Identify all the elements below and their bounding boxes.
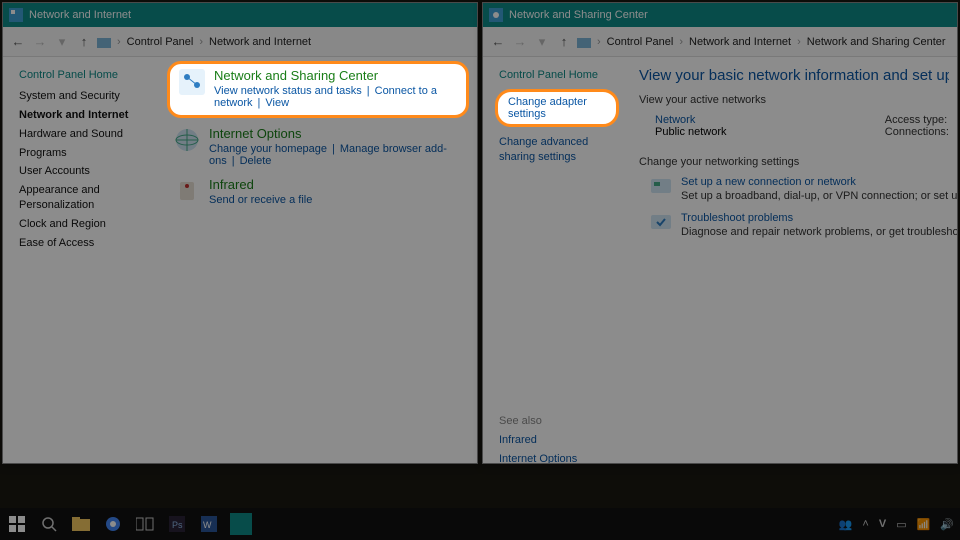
recent-dropdown[interactable]: ▾ bbox=[533, 33, 551, 51]
crumb-sep: › bbox=[197, 36, 205, 48]
crumb-control-panel[interactable]: Control Panel bbox=[607, 36, 674, 48]
network-sharing-icon bbox=[178, 68, 206, 96]
crumb-sharing-center[interactable]: Network and Sharing Center bbox=[807, 36, 946, 48]
sidebar-item-programs[interactable]: Programs bbox=[19, 146, 153, 161]
internet-options-icon bbox=[173, 126, 201, 154]
group-title[interactable]: Internet Options bbox=[209, 126, 469, 141]
people-icon[interactable]: 👥 bbox=[839, 518, 853, 531]
troubleshoot-icon bbox=[651, 212, 671, 232]
explorer-icon[interactable] bbox=[70, 513, 92, 535]
network-center-icon bbox=[489, 8, 503, 22]
svg-text:W: W bbox=[203, 520, 212, 530]
page-heading: View your basic network information and … bbox=[639, 67, 949, 84]
window-title: Network and Internet bbox=[29, 9, 131, 21]
crumb-network-internet[interactable]: Network and Internet bbox=[689, 36, 791, 48]
sidebar-item-clock-region[interactable]: Clock and Region bbox=[19, 217, 153, 232]
folder-icon bbox=[97, 35, 111, 49]
taskbar: Ps W 👥 ˄ V ▭ 📶 🔊 bbox=[0, 508, 960, 540]
window-title: Network and Sharing Center bbox=[509, 9, 648, 21]
change-settings-head: Change your networking settings bbox=[639, 156, 949, 168]
setup-connection-icon bbox=[651, 176, 671, 196]
photoshop-icon[interactable]: Ps bbox=[166, 513, 188, 535]
crumb-network-internet[interactable]: Network and Internet bbox=[209, 36, 311, 48]
tray-chevron-icon[interactable]: ˄ bbox=[862, 518, 868, 530]
link-view-status[interactable]: View network status and tasks bbox=[214, 85, 362, 97]
window-network-internet: Network and Internet ← → ▾ ↑ › Control P… bbox=[2, 2, 478, 464]
folder-icon bbox=[577, 35, 591, 49]
sidebar-item-network-internet[interactable]: Network and Internet bbox=[19, 108, 153, 123]
main-left: Network and Sharing Center View network … bbox=[167, 57, 477, 463]
taskview-icon[interactable] bbox=[134, 513, 156, 535]
change-troubleshoot: Troubleshoot problems Diagnose and repai… bbox=[651, 212, 949, 238]
toolbar-left: ← → ▾ ↑ › Control Panel › Network and In… bbox=[3, 27, 477, 57]
start-button[interactable] bbox=[6, 513, 28, 535]
control-panel-task-icon[interactable] bbox=[230, 513, 252, 535]
volume-icon[interactable]: 🔊 bbox=[940, 518, 954, 531]
crumb-sep: › bbox=[115, 36, 123, 48]
sidebar-head[interactable]: Control Panel Home bbox=[19, 69, 153, 81]
up-button[interactable]: ↑ bbox=[555, 33, 573, 51]
access-type-label: Access type: bbox=[885, 114, 949, 126]
tray-v-icon[interactable]: V bbox=[879, 518, 886, 530]
sidebar-item-hardware-sound[interactable]: Hardware and Sound bbox=[19, 127, 153, 142]
search-icon[interactable] bbox=[38, 513, 60, 535]
window-network-sharing-center: Network and Sharing Center ← → ▾ ↑ › Con… bbox=[482, 2, 958, 464]
back-button[interactable]: ← bbox=[489, 33, 507, 51]
back-button[interactable]: ← bbox=[9, 33, 27, 51]
desc-troubleshoot: Diagnose and repair network problems, or… bbox=[681, 226, 957, 238]
see-also-infrared[interactable]: Infrared bbox=[499, 433, 619, 448]
svg-text:Ps: Ps bbox=[172, 520, 183, 530]
change-setup-connection: Set up a new connection or network Set u… bbox=[651, 176, 949, 202]
toolbar-right: ← → ▾ ↑ › Control Panel › Network and In… bbox=[483, 27, 957, 57]
sidebar-item-user-accounts[interactable]: User Accounts bbox=[19, 164, 153, 179]
highlight-network-sharing: Network and Sharing Center View network … bbox=[167, 61, 469, 118]
up-button[interactable]: ↑ bbox=[75, 33, 93, 51]
sidebar-right: Control Panel Home Change adapter settin… bbox=[483, 57, 633, 463]
crumb-control-panel[interactable]: Control Panel bbox=[127, 36, 194, 48]
connections-label: Connections: bbox=[885, 126, 949, 138]
battery-icon[interactable]: ▭ bbox=[896, 518, 906, 531]
group-title[interactable]: Infrared bbox=[209, 177, 312, 192]
see-also-head: See also bbox=[499, 415, 619, 427]
link-troubleshoot[interactable]: Troubleshoot problems bbox=[681, 212, 957, 224]
infrared-icon bbox=[173, 177, 201, 205]
link-view[interactable]: View bbox=[265, 97, 289, 109]
main-right: View your basic network information and … bbox=[633, 57, 957, 463]
active-networks-label: View your active networks bbox=[639, 94, 949, 106]
group-infrared: Infrared Send or receive a file bbox=[173, 177, 469, 206]
sidebar-item-appearance[interactable]: Appearance and Personalization bbox=[19, 183, 153, 213]
see-also-internet-options[interactable]: Internet Options bbox=[499, 452, 619, 463]
link-send-file[interactable]: Send or receive a file bbox=[209, 194, 312, 206]
control-panel-icon bbox=[9, 8, 23, 22]
network-name[interactable]: Network bbox=[655, 114, 727, 126]
sidebar-left: Control Panel Home System and Security N… bbox=[3, 57, 167, 463]
sidebar-head[interactable]: Control Panel Home bbox=[499, 69, 619, 81]
group-internet-options: Internet Options Change your homepage|Ma… bbox=[173, 126, 469, 167]
titlebar-right[interactable]: Network and Sharing Center bbox=[483, 3, 957, 27]
highlight-change-adapter[interactable]: Change adapter settings bbox=[495, 89, 619, 127]
network-block: Network Public network Access type: Conn… bbox=[655, 114, 949, 138]
forward-button[interactable]: → bbox=[511, 33, 529, 51]
link-setup-connection[interactable]: Set up a new connection or network bbox=[681, 176, 957, 188]
sidebar-item-system-security[interactable]: System and Security bbox=[19, 89, 153, 104]
group-title[interactable]: Network and Sharing Center bbox=[214, 68, 456, 83]
chrome-icon[interactable] bbox=[102, 513, 124, 535]
desc-setup-connection: Set up a broadband, dial-up, or VPN conn… bbox=[681, 190, 957, 202]
word-icon[interactable]: W bbox=[198, 513, 220, 535]
recent-dropdown[interactable]: ▾ bbox=[53, 33, 71, 51]
wifi-icon[interactable]: 📶 bbox=[917, 518, 931, 531]
link-delete[interactable]: Delete bbox=[240, 155, 272, 167]
titlebar-left[interactable]: Network and Internet bbox=[3, 3, 477, 27]
link-homepage[interactable]: Change your homepage bbox=[209, 143, 327, 155]
sidebar-item-ease-access[interactable]: Ease of Access bbox=[19, 236, 153, 251]
sidebar-item-advanced-sharing[interactable]: Change advanced sharing settings bbox=[499, 135, 619, 165]
network-type: Public network bbox=[655, 126, 727, 138]
forward-button[interactable]: → bbox=[31, 33, 49, 51]
